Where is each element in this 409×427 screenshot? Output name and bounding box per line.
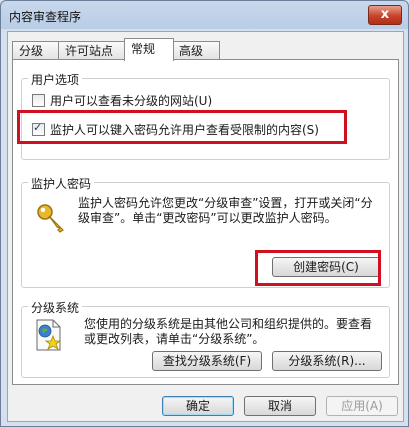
supervisor-description: 监护人密码允许您更改“分级审查”设置，打开或关闭“分级审查”。单击“更改密码”可… xyxy=(78,196,373,225)
close-icon: x xyxy=(380,7,390,22)
tab-approved-sites[interactable]: 许可站点 xyxy=(58,41,130,60)
cancel-button[interactable]: 取消 xyxy=(244,396,316,416)
unrated-sites-label[interactable]: 用户可以查看未分级的网站(U) xyxy=(50,92,212,109)
supervisor-password-title: 监护人密码 xyxy=(28,175,95,192)
unrated-sites-checkbox[interactable] xyxy=(32,94,45,107)
dialog-body: 分级 许可站点 常规 高级 用户选项 用户可以查看未分级的网站(U) 监护人可以… xyxy=(7,31,404,422)
tab-general[interactable]: 常规 xyxy=(124,38,174,61)
rating-systems-description: 您使用的分级系统是由其他公司和组织提供的。要查看或更改列表，请单击“分级系统”。 xyxy=(84,317,373,346)
close-button[interactable]: x xyxy=(368,5,402,25)
highlight-box-option xyxy=(17,110,347,144)
window-title: 内容审查程序 xyxy=(9,10,82,24)
document-star-icon xyxy=(36,319,62,351)
tab-advanced[interactable]: 高级 xyxy=(172,41,220,60)
rating-systems-title: 分级系统 xyxy=(28,299,83,316)
tab-panel-general: 用户选项 用户可以查看未分级的网站(U) 监护人可以键入密码允许用户查看受限制的… xyxy=(12,59,399,385)
key-icon xyxy=(37,204,64,233)
title-bar[interactable]: 内容审查程序 x xyxy=(1,1,408,31)
ok-button[interactable]: 确定 xyxy=(162,396,234,416)
find-rating-systems-button[interactable]: 查找分级系统(F) xyxy=(152,351,262,371)
user-options-title: 用户选项 xyxy=(28,71,83,88)
apply-button[interactable]: 应用(A) xyxy=(326,396,398,416)
rating-systems-group: 分级系统 您使用的分级系统是由其他公司和组织提供的。要查看或更改列表，请单击“分… xyxy=(21,299,390,378)
rating-systems-button[interactable]: 分级系统(R)... xyxy=(272,351,382,371)
highlight-box-create-button xyxy=(255,250,381,286)
tab-ratings[interactable]: 分级 xyxy=(12,41,60,60)
content-advisor-window: 内容审查程序 x 分级 许可站点 常规 高级 用户选项 用户可以查看未分级的网站… xyxy=(0,0,409,427)
